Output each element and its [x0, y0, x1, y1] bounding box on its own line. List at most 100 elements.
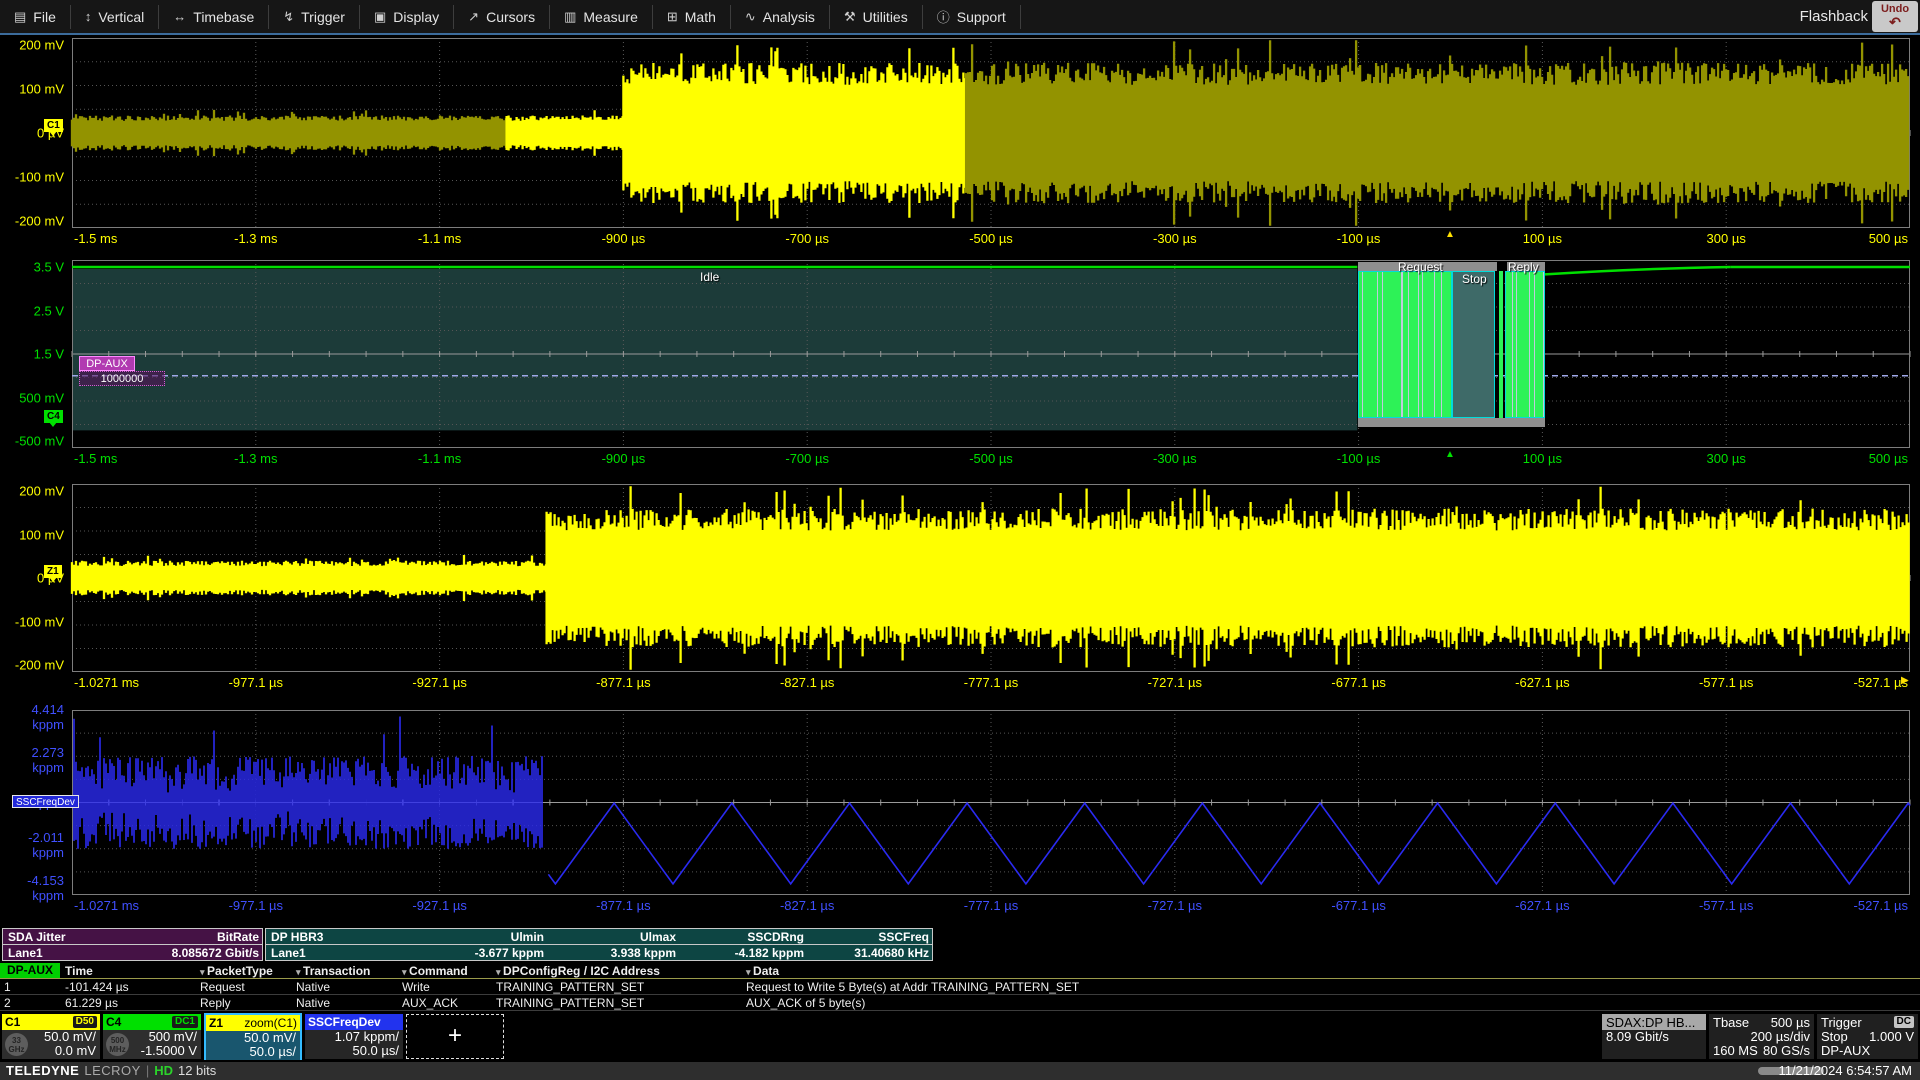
x-axis-label: 300 µs	[1707, 231, 1746, 246]
sort-arrow-icon[interactable]: ▾	[200, 967, 207, 977]
decode-column-header[interactable]: Time	[65, 964, 93, 978]
x-axis-label: -777.1 µs	[964, 675, 1018, 690]
menu-item-label: Cursors	[486, 9, 535, 25]
trigger-header: TriggerDC	[1817, 1014, 1918, 1030]
y-axis-label: 200 mV	[2, 38, 64, 53]
status-box-tbase[interactable]: Tbase500 µs200 µs/div160 MS80 GS/s	[1709, 1014, 1814, 1059]
x-axis-label: -577.1 µs	[1699, 675, 1753, 690]
z1-grid	[72, 484, 1910, 672]
z1-channel-badge[interactable]: Z1	[44, 565, 62, 578]
descriptor-c1[interactable]: C1D5033GHz50.0 mV/0.0 mV	[2, 1014, 100, 1059]
decode-cell: AUX_ACK of 5 byte(s)	[746, 996, 865, 1010]
x-axis-label: -100 µs	[1337, 231, 1381, 246]
sscfreqdev-grid	[72, 710, 1910, 895]
badge-pointer	[49, 577, 57, 582]
descriptor-z1[interactable]: Z1zoom(C1)50.0 mV/50.0 µs/	[204, 1013, 302, 1060]
add-trace-button[interactable]: +	[406, 1014, 504, 1059]
decode-cell: Native	[296, 980, 330, 994]
x-axis-label: -827.1 µs	[780, 675, 834, 690]
menu-item-display[interactable]: ▣Display	[360, 0, 453, 33]
dpaux-protocol-badge[interactable]: DP-AUX	[79, 356, 135, 371]
c1-channel-badge[interactable]: C1	[44, 119, 63, 132]
decode-bit-sliver	[1499, 271, 1503, 418]
y-axis-label: 1.5 V	[2, 347, 64, 362]
menu-item-file[interactable]: ▤File	[0, 0, 70, 33]
menu-item-timebase[interactable]: ↔Timebase	[159, 0, 268, 33]
menu-item-cursors[interactable]: ↗ Cursors	[454, 0, 549, 33]
decode-cell: TRAINING_PATTERN_SET	[496, 996, 644, 1010]
c4-channel-badge[interactable]: C4	[44, 410, 63, 423]
decode-bit-bar	[1363, 272, 1377, 417]
menu-item-label: Measure	[583, 9, 637, 25]
dpaux-bitrate-badge[interactable]: 1000000	[79, 371, 165, 386]
x-axis-label: -1.3 ms	[234, 231, 277, 246]
decode-column-header[interactable]: ▾ Transaction	[296, 964, 370, 978]
cursor-icon: ↗	[468, 9, 479, 25]
x-axis-label: -700 µs	[785, 231, 829, 246]
descriptor-body: 33GHz50.0 mV/0.0 mV	[2, 1030, 100, 1059]
flashback-label: Flashback	[1800, 8, 1868, 25]
coupling-badge: DC1	[172, 1016, 198, 1028]
x-axis-label: -727.1 µs	[1148, 898, 1202, 913]
decode-column-header[interactable]: ▾ PacketType	[200, 964, 273, 978]
x-axis-label: -927.1 µs	[412, 675, 466, 690]
x-axis-label: -527.1 µs	[1854, 898, 1908, 913]
decode-column-header[interactable]: ▾ DPConfigReg / I2C Address	[496, 964, 660, 978]
x-axis-label: 100 µs	[1523, 451, 1562, 466]
table-header-row: DP HBR3UlminUlmaxSSCDRngSSCFreq	[266, 929, 932, 945]
menu-item-measure[interactable]: ▥Measure	[550, 0, 652, 33]
y-axis-label: 200 mV	[2, 484, 64, 499]
menu-item-analysis[interactable]: ∿Analysis	[731, 0, 829, 33]
sdax-header: SDAX:DP HB...	[1602, 1014, 1706, 1030]
decode-data-row[interactable]: 261.229 µsReplyNativeAUX_ACKTRAINING_PAT…	[0, 995, 1920, 1011]
decode-column-header[interactable]: ▾ Command	[402, 964, 468, 978]
x-axis-label: -527.1 µs	[1854, 675, 1908, 690]
vertical-arrows-icon: ↕	[85, 9, 92, 24]
y-axis-label: 3.5 V	[2, 260, 64, 275]
sort-arrow-icon[interactable]: ▾	[746, 967, 753, 977]
y-axis-label: -200 mV	[2, 658, 64, 673]
sscfreqdev-channel-badge[interactable]: SSCFreqDev	[12, 795, 79, 808]
analysis-icon: ∿	[745, 9, 756, 25]
x-axis-label: -627.1 µs	[1515, 898, 1569, 913]
status-box-sdax[interactable]: SDAX:DP HB...8.09 Gbit/s	[1602, 1014, 1706, 1059]
tbase-scale: 200 µs/div	[1709, 1030, 1814, 1044]
y-axis-label: 100 mV	[2, 82, 64, 97]
menu-item-label: Trigger	[301, 9, 345, 25]
z1-trigger-marker: ▶	[1901, 676, 1909, 686]
menu-item-math[interactable]: ⊞Math	[653, 0, 730, 33]
sort-arrow-icon[interactable]: ▾	[496, 967, 503, 977]
sort-arrow-icon[interactable]: ▾	[402, 967, 409, 977]
decode-column-header[interactable]: ▾ Data	[746, 964, 779, 978]
decode-cell: Reply	[200, 996, 231, 1010]
menu-item-trigger[interactable]: ↯Trigger	[269, 0, 359, 33]
x-axis-label: -700 µs	[785, 451, 829, 466]
x-axis-label: -977.1 µs	[229, 675, 283, 690]
x-axis-label: -1.1 ms	[418, 451, 461, 466]
bandwidth-badge: 33GHz	[5, 1033, 28, 1056]
menu-item-utilities[interactable]: ⚒Utilities	[830, 0, 922, 33]
z1-trace	[547, 486, 1909, 670]
menu-item-support[interactable]: ⓘSupport	[923, 0, 1020, 33]
decode-protocol-cell[interactable]: DP-AUX	[0, 963, 60, 978]
undo-button[interactable]: Undo ↶	[1872, 1, 1918, 32]
c4-grid	[72, 260, 1910, 448]
decode-data-row[interactable]: 1-101.424 µsRequestNativeWriteTRAINING_P…	[0, 979, 1920, 995]
decode-idle-label: Idle	[700, 270, 719, 284]
menu-item-label: File	[33, 9, 56, 25]
hd-mode-badge: HD	[154, 1063, 173, 1078]
decode-cell: Request to Write 5 Byte(s) at Addr TRAIN…	[746, 980, 1079, 994]
menu-item-vertical[interactable]: ↕Vertical	[71, 0, 158, 33]
x-axis-label: -877.1 µs	[596, 675, 650, 690]
status-box-trigger[interactable]: TriggerDCStop1.000 VDP-AUX	[1817, 1014, 1918, 1059]
c1-trace	[623, 45, 965, 220]
sort-arrow-icon[interactable]: ▾	[296, 967, 303, 977]
bandwidth-badge: 500MHz	[106, 1033, 129, 1056]
descriptor-sscfreqdev[interactable]: SSCFreqDev1.07 kppm/50.0 µs/	[305, 1014, 403, 1059]
y-axis-label: -500 mV	[2, 434, 64, 449]
descriptor-c4[interactable]: C4DC1500MHz500 mV/-1.5000 V	[103, 1014, 201, 1059]
decode-burst-bottom-bar	[1358, 418, 1545, 427]
y-axis-label: -4.153 kppm	[2, 873, 64, 903]
x-axis-label: -1.5 ms	[74, 451, 117, 466]
x-axis-label: -500 µs	[969, 231, 1013, 246]
